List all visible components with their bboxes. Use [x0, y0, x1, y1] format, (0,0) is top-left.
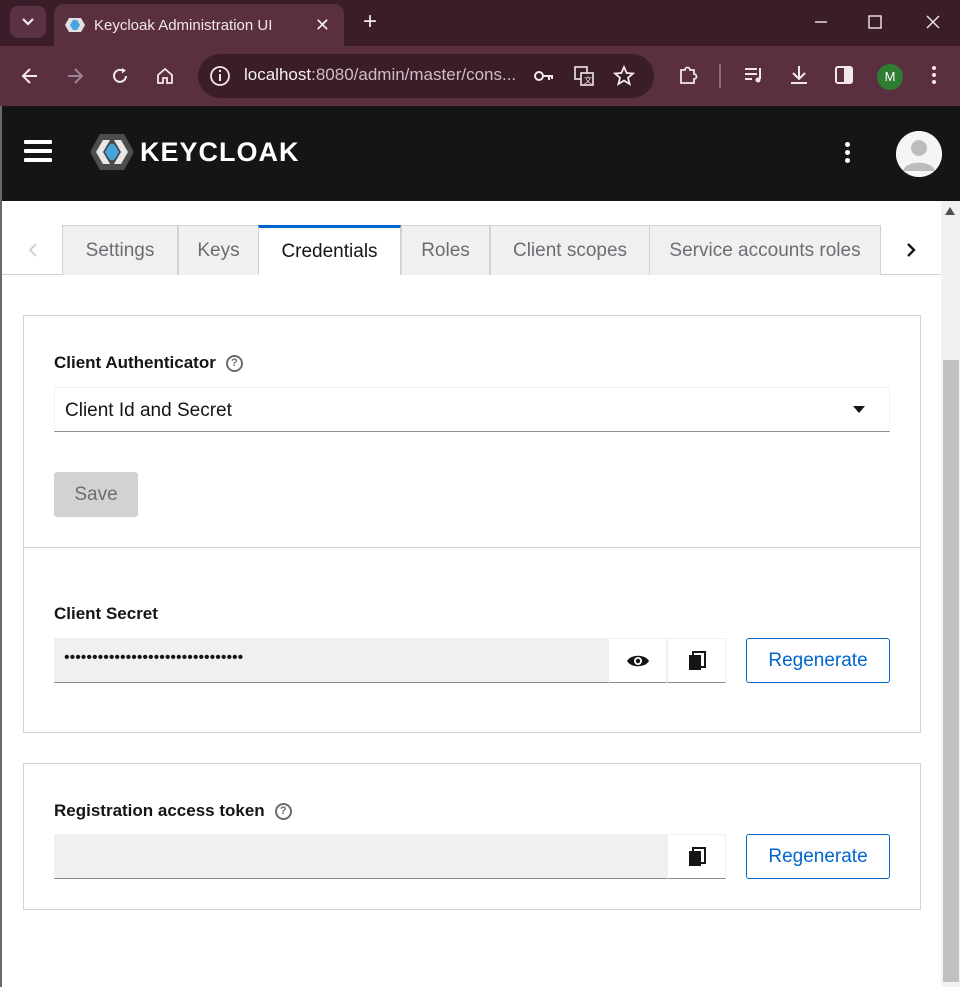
keycloak-logo-icon — [90, 134, 134, 170]
tab-client-scopes[interactable]: Client scopes — [490, 225, 650, 275]
show-secret-button[interactable] — [608, 638, 667, 683]
translate-icon[interactable]: 文 — [572, 64, 596, 88]
tab-service-accounts-roles[interactable]: Service accounts roles — [649, 225, 881, 275]
site-info-icon[interactable] — [208, 64, 232, 88]
regenerate-secret-button[interactable]: Regenerate — [746, 638, 890, 683]
tab-roles[interactable]: Roles — [401, 225, 490, 275]
browser-toolbar: localhost:8080/admin/master/cons... 文 — [0, 46, 960, 106]
svg-text:文: 文 — [584, 75, 592, 85]
client-secret-value: •••••••••••••••••••••••••••••••• — [64, 649, 244, 666]
app-header: KEYCLOAK — [2, 106, 960, 201]
eye-icon — [626, 655, 649, 666]
key-icon[interactable] — [532, 64, 556, 88]
star-icon[interactable] — [612, 64, 636, 88]
address-bar[interactable]: localhost:8080/admin/master/cons... 文 — [198, 54, 654, 98]
close-window-icon[interactable] — [918, 8, 948, 36]
url-path: :8080/admin/master/cons... — [311, 65, 517, 84]
plus-icon[interactable]: + — [356, 8, 384, 36]
keycloak-logo[interactable]: KEYCLOAK — [88, 130, 300, 174]
minimize-icon[interactable] — [806, 8, 836, 36]
scroll-up-arrow-icon[interactable] — [945, 207, 955, 215]
client-authenticator-value: Client Id and Secret — [65, 400, 232, 421]
client-authenticator-label-text: Client Authenticator — [54, 353, 216, 372]
download-icon[interactable] — [786, 62, 812, 88]
chevron-right-icon[interactable] — [882, 225, 940, 274]
browser-tabstrip: Keycloak Administration UI ✕ + — [0, 0, 960, 46]
kebab-menu-icon[interactable] — [842, 142, 852, 168]
client-secret-label: Client Secret — [54, 604, 158, 624]
home-icon[interactable] — [149, 60, 181, 92]
url-host: localhost — [244, 65, 312, 84]
chevron-left-icon[interactable] — [4, 225, 62, 274]
more-icon[interactable] — [921, 62, 947, 88]
copy-token-button[interactable] — [667, 834, 726, 879]
client-tabs: Settings Keys Credentials Roles Client s… — [2, 225, 941, 275]
maximize-icon[interactable] — [860, 8, 890, 36]
side-panel-icon[interactable] — [831, 62, 857, 88]
browser-profile-avatar[interactable]: M — [877, 64, 903, 90]
client-authenticator-select[interactable]: Client Id and Secret — [54, 387, 890, 432]
user-avatar[interactable] — [896, 131, 942, 177]
logo-text: KEYCLOAK — [140, 136, 300, 167]
extensions-icon[interactable] — [675, 62, 701, 88]
tab-credentials[interactable]: Credentials — [258, 225, 401, 275]
section-divider — [24, 547, 920, 548]
tab-list-icon[interactable] — [10, 6, 46, 38]
url-text[interactable]: localhost:8080/admin/master/cons... — [244, 65, 516, 85]
media-icon[interactable] — [741, 62, 767, 88]
registration-token-card: Registration access token ? Regenerate — [23, 763, 921, 910]
copy-icon — [688, 846, 706, 866]
registration-token-input[interactable] — [54, 834, 667, 879]
client-authenticator-label: Client Authenticator ? — [54, 353, 243, 373]
back-icon[interactable] — [14, 60, 46, 92]
credentials-card: Client Authenticator ? Client Id and Sec… — [23, 315, 921, 733]
copy-secret-button[interactable] — [667, 638, 726, 683]
caret-down-icon — [853, 406, 865, 413]
tab-settings[interactable]: Settings — [62, 225, 178, 275]
registration-token-label-text: Registration access token — [54, 801, 265, 820]
toolbar-separator — [719, 64, 721, 88]
browser-tab-title: Keycloak Administration UI — [94, 16, 273, 34]
help-icon[interactable]: ? — [274, 802, 292, 820]
close-icon[interactable]: ✕ — [315, 15, 330, 36]
keycloak-favicon-icon — [65, 18, 85, 32]
regenerate-token-button[interactable]: Regenerate — [746, 834, 890, 879]
client-secret-input[interactable]: •••••••••••••••••••••••••••••••• — [54, 638, 608, 683]
hamburger-menu-icon[interactable] — [24, 140, 52, 166]
help-icon[interactable]: ? — [225, 354, 243, 372]
registration-token-label: Registration access token ? — [54, 801, 292, 821]
copy-icon — [688, 650, 706, 670]
tab-keys[interactable]: Keys — [178, 225, 259, 275]
browser-tab[interactable]: Keycloak Administration UI ✕ — [54, 4, 344, 46]
save-button[interactable]: Save — [54, 472, 138, 517]
scrollbar-thumb[interactable] — [943, 360, 959, 982]
reload-icon[interactable] — [104, 60, 136, 92]
client-secret-label-text: Client Secret — [54, 604, 158, 623]
forward-icon[interactable] — [59, 60, 91, 92]
